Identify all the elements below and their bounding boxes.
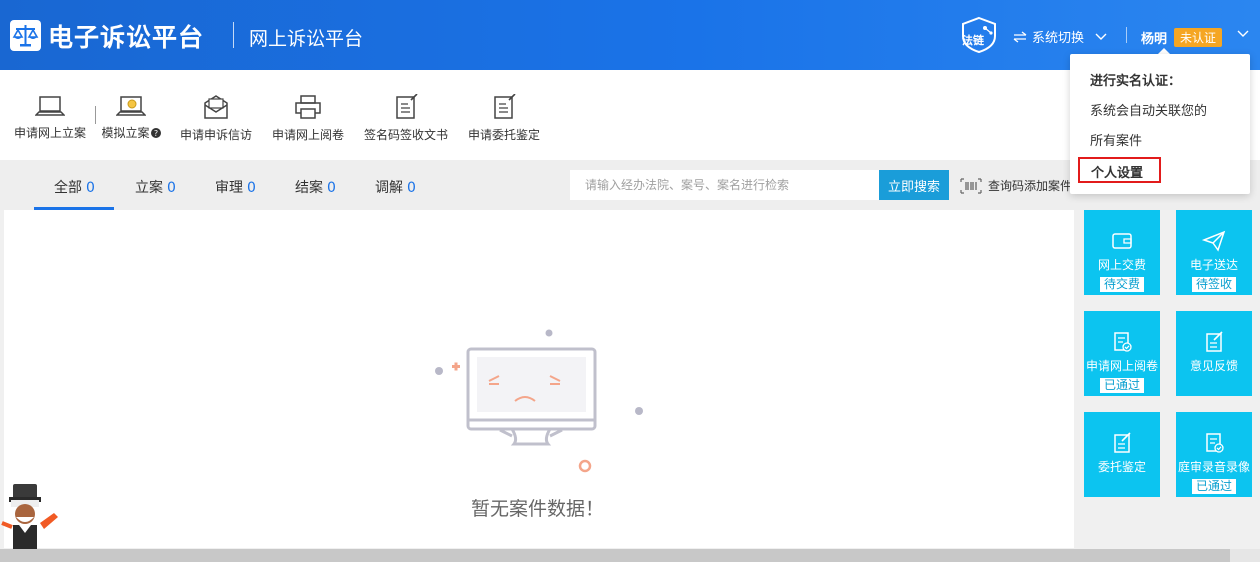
real-name-auth-title[interactable]: 进行实名认证： bbox=[1090, 70, 1181, 89]
wallet-icon bbox=[1112, 233, 1132, 249]
tab-label: 审理 bbox=[215, 180, 243, 196]
feedback-tile[interactable]: 意见反馈 bbox=[1176, 311, 1252, 396]
header-divider bbox=[1126, 27, 1127, 43]
tab-count: 0 bbox=[247, 180, 256, 196]
edit-icon bbox=[1114, 432, 1131, 453]
laptop-coin-icon bbox=[116, 96, 146, 116]
tool-label: 申请网上立案 bbox=[14, 126, 87, 140]
appraisal-request-button[interactable]: 申请委托鉴定 bbox=[468, 94, 540, 143]
envelope-icon bbox=[204, 95, 228, 119]
sign-code-receipt-button[interactable]: 签名码签收文书 bbox=[364, 94, 448, 143]
tile-status: 待签收 bbox=[1191, 277, 1236, 292]
tab-label: 结案 bbox=[295, 180, 323, 196]
tool-label: 申请网上阅卷 bbox=[272, 128, 345, 142]
trial-recording-tile[interactable]: 庭审录音录像 已通过 bbox=[1176, 412, 1252, 497]
auth-description-line2: 所有案件 bbox=[1090, 134, 1143, 149]
system-switch-label: 系统切换 bbox=[1032, 31, 1085, 46]
petition-button[interactable]: 申请申诉信访 bbox=[180, 94, 252, 143]
personal-settings-menu-item[interactable]: 个人设置 bbox=[1078, 157, 1161, 183]
user-dropdown-menu: 进行实名认证： 系统会自动关联您的 所有案件 个人设置 bbox=[1070, 54, 1250, 194]
document-check-icon bbox=[1206, 433, 1224, 453]
user-menu-chevron-icon[interactable] bbox=[1236, 28, 1250, 40]
tab-trial[interactable]: 审理 0 bbox=[215, 177, 256, 197]
tile-label: 网上交费 bbox=[1097, 258, 1146, 272]
fachain-label: 法链 bbox=[962, 34, 984, 47]
tile-status: 已通过 bbox=[1099, 378, 1144, 393]
qr-add-label: 查询码添加案件 bbox=[988, 179, 1073, 193]
horizontal-scrollbar-track[interactable] bbox=[1230, 549, 1260, 562]
tab-count: 0 bbox=[407, 180, 416, 196]
question-icon[interactable]: ? bbox=[150, 128, 161, 138]
tab-count: 0 bbox=[86, 180, 95, 196]
tab-count: 0 bbox=[167, 180, 176, 196]
tool-label: 申请委托鉴定 bbox=[468, 128, 541, 142]
tile-status: 已通过 bbox=[1191, 479, 1236, 494]
tile-label: 电子送达 bbox=[1189, 258, 1238, 272]
appraisal-tile[interactable]: 委托鉴定 bbox=[1084, 412, 1160, 497]
toolbar-divider bbox=[95, 106, 96, 124]
document-check-icon bbox=[1114, 332, 1132, 352]
empty-monitor-illustration-icon bbox=[435, 329, 643, 473]
case-list-area: 暂无案件数据！ bbox=[4, 210, 1074, 548]
tile-label: 委托鉴定 bbox=[1097, 460, 1146, 474]
tab-closed[interactable]: 结案 0 bbox=[295, 177, 336, 197]
brand-divider bbox=[233, 22, 234, 48]
tab-count: 0 bbox=[327, 180, 336, 196]
tile-label: 申请网上阅卷 bbox=[1085, 359, 1158, 373]
printer-icon bbox=[295, 95, 321, 119]
brand-title[interactable]: 电子诉讼平台 bbox=[48, 18, 204, 54]
tab-label: 立案 bbox=[135, 180, 163, 196]
edit-icon bbox=[1206, 331, 1223, 352]
case-search-input[interactable] bbox=[570, 170, 879, 200]
tab-label: 调解 bbox=[375, 180, 403, 196]
tool-label: 签名码签收文书 bbox=[364, 128, 449, 142]
mock-filing-button[interactable]: 模拟立案? bbox=[100, 94, 162, 141]
tool-label: 模拟立案 bbox=[101, 126, 150, 140]
empty-state-text: 暂无案件数据！ bbox=[471, 498, 605, 520]
edit-document-icon bbox=[396, 94, 418, 119]
barcode-icon bbox=[960, 177, 982, 194]
user-name[interactable]: 杨明 bbox=[1141, 28, 1167, 47]
system-switch-dropdown[interactable]: 系统切换 bbox=[1012, 27, 1108, 46]
svg-text:?: ? bbox=[153, 129, 157, 138]
auth-description-line1: 系统会自动关联您的 bbox=[1090, 104, 1208, 119]
tab-mediation[interactable]: 调解 0 bbox=[375, 177, 416, 197]
search-button[interactable]: 立即搜索 bbox=[879, 170, 949, 200]
apply-online-filing-button[interactable]: 申请网上立案 bbox=[14, 94, 86, 141]
online-payment-tile[interactable]: 网上交费 待交费 bbox=[1084, 210, 1160, 295]
edit-document-icon bbox=[494, 94, 516, 119]
horizontal-scrollbar-thumb[interactable] bbox=[0, 549, 1230, 562]
sub-brand-title[interactable]: 网上诉讼平台 bbox=[249, 24, 363, 51]
tool-label: 申请申诉信访 bbox=[180, 128, 253, 142]
e-delivery-tile[interactable]: 电子送达 待签收 bbox=[1176, 210, 1252, 295]
paper-plane-icon bbox=[1202, 230, 1226, 252]
add-case-by-query-code-link[interactable]: 查询码添加案件 bbox=[960, 177, 1072, 194]
chevron-down-icon bbox=[1095, 33, 1107, 40]
tile-label: 意见反馈 bbox=[1189, 359, 1238, 373]
tab-all[interactable]: 全部 0 bbox=[54, 177, 95, 197]
tile-label: 庭审录音录像 bbox=[1177, 460, 1250, 474]
tab-filing[interactable]: 立案 0 bbox=[135, 177, 176, 197]
online-file-review-tile[interactable]: 申请网上阅卷 已通过 bbox=[1084, 311, 1160, 396]
tab-label: 全部 bbox=[54, 180, 82, 196]
scales-logo-icon bbox=[10, 20, 41, 51]
mascot-judge-icon[interactable] bbox=[0, 483, 68, 549]
laptop-icon bbox=[35, 96, 65, 116]
verify-status-badge: 未认证 bbox=[1174, 28, 1223, 47]
tile-status: 待交费 bbox=[1099, 277, 1144, 292]
service-tiles-panel: 网上交费 待交费 电子送达 待签收 申请网上阅卷 已通过 意见反馈 委托鉴定 庭… bbox=[1074, 210, 1260, 548]
swap-icon bbox=[1013, 30, 1027, 43]
online-file-review-button[interactable]: 申请网上阅卷 bbox=[272, 94, 344, 143]
